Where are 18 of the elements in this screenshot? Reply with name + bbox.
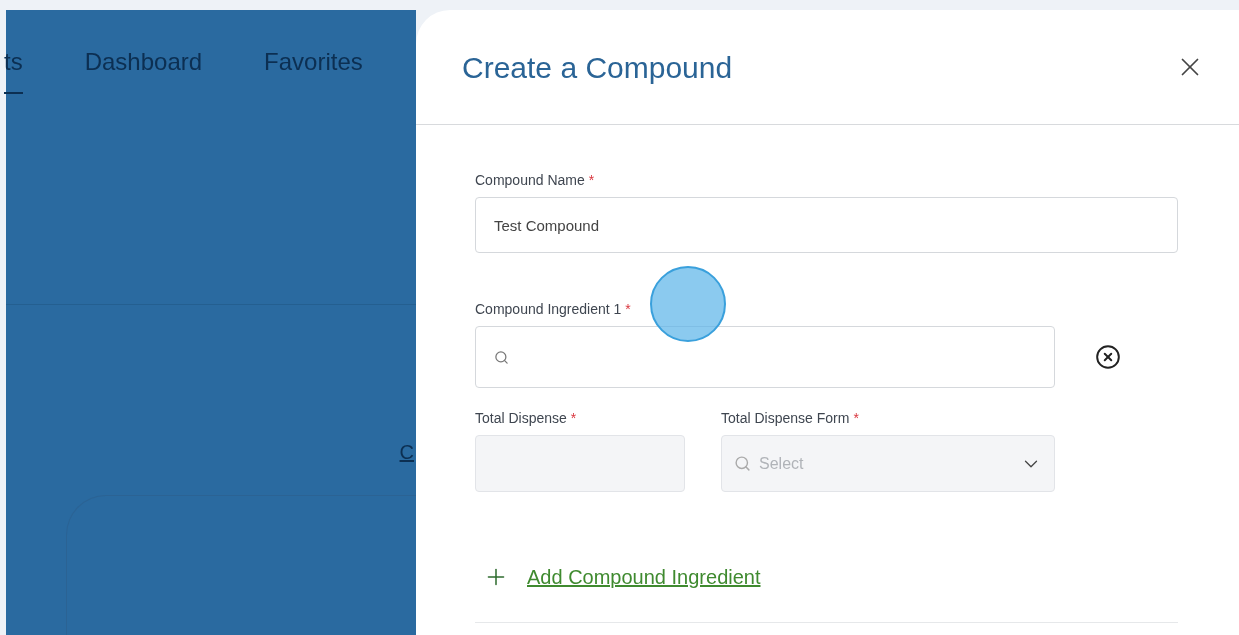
clear-icon[interactable] xyxy=(1095,344,1121,370)
ingredient-search-field[interactable] xyxy=(475,326,1055,388)
required-mark: * xyxy=(570,409,577,428)
field-label: Compound Ingredient 1 xyxy=(475,300,622,319)
search-icon xyxy=(494,349,509,365)
field-label: Total Dispense xyxy=(475,409,567,428)
nav-tab[interactable]: Favorites xyxy=(264,50,363,94)
drawer-title: Create a Compound xyxy=(462,49,733,86)
required-mark: * xyxy=(588,171,595,190)
field-label: Total Dispense Form xyxy=(721,409,850,428)
add-ingredient-link[interactable]: Add Compound Ingredient xyxy=(527,562,761,592)
compound-name-field[interactable]: Test Compound xyxy=(475,197,1178,253)
nav-tab[interactable]: Dashboard xyxy=(84,50,203,94)
page-link[interactable]: C xyxy=(399,437,414,467)
search-icon xyxy=(734,455,751,472)
required-mark: * xyxy=(625,300,631,319)
field-label: Compound Name xyxy=(475,171,585,190)
required-mark: * xyxy=(853,409,859,428)
